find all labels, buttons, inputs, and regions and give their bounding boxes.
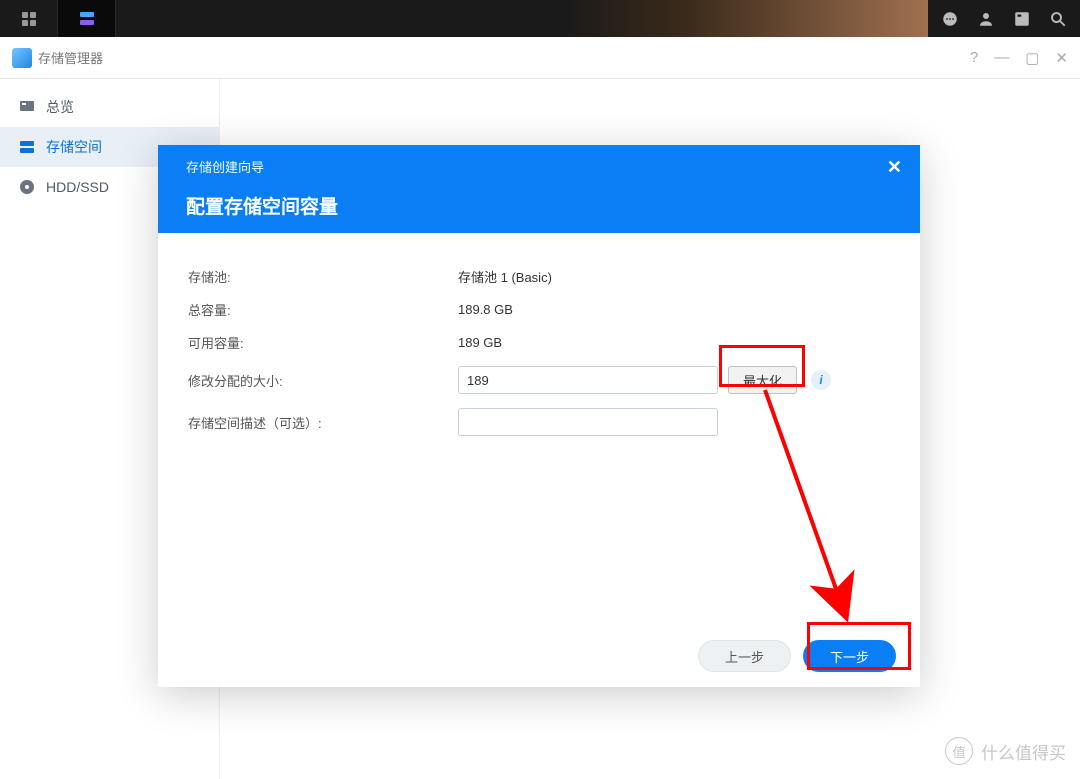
window-title: 存储管理器	[38, 48, 103, 67]
total-label: 总容量:	[188, 300, 458, 319]
taskbar-storage-button[interactable]	[58, 0, 116, 37]
allocate-label: 修改分配的大小:	[188, 371, 458, 390]
sidebar-item-label: 存储空间	[46, 137, 102, 157]
description-input[interactable]	[458, 408, 718, 436]
maximize-button[interactable]: 最大化	[728, 366, 797, 394]
watermark-badge: 值	[945, 737, 973, 765]
overview-icon	[18, 98, 36, 116]
info-icon[interactable]: i	[811, 370, 831, 390]
allocate-size-input[interactable]	[458, 366, 718, 394]
close-window-icon[interactable]: ✕	[1055, 49, 1068, 67]
maximize-icon[interactable]: ▢	[1025, 49, 1039, 67]
previous-button[interactable]: 上一步	[698, 640, 791, 672]
minimize-icon[interactable]: —	[994, 49, 1009, 66]
close-icon[interactable]: ✕	[887, 157, 902, 178]
app-logo-icon	[12, 48, 32, 68]
watermark-text: 什么值得买	[981, 739, 1066, 764]
widgets-icon[interactable]	[1004, 0, 1040, 37]
description-label: 存储空间描述（可选）:	[188, 413, 458, 432]
sidebar-item-label: HDD/SSD	[46, 179, 109, 195]
user-icon[interactable]	[968, 0, 1004, 37]
wizard-subtitle: 存储创建向导	[186, 157, 892, 176]
watermark: 值 什么值得买	[945, 737, 1066, 765]
help-icon[interactable]: ?	[970, 49, 978, 66]
wizard-title: 配置存储空间容量	[186, 192, 892, 219]
next-button[interactable]: 下一步	[803, 640, 896, 672]
chat-icon[interactable]	[932, 0, 968, 37]
sidebar-item-label: 总览	[46, 97, 74, 117]
pool-value: 存储池 1 (Basic)	[458, 267, 552, 286]
sidebar-item-overview[interactable]: 总览	[0, 87, 219, 127]
storage-icon	[18, 138, 36, 156]
available-value: 189 GB	[458, 335, 502, 350]
taskbar-apps-button[interactable]	[0, 0, 58, 37]
total-value: 189.8 GB	[458, 302, 513, 317]
available-label: 可用容量:	[188, 333, 458, 352]
pool-label: 存储池:	[188, 267, 458, 286]
hdd-icon	[18, 178, 36, 196]
os-taskbar	[0, 0, 1080, 37]
search-icon[interactable]	[1040, 0, 1076, 37]
window-titlebar: 存储管理器 ? — ▢ ✕	[0, 37, 1080, 79]
storage-wizard-modal: 存储创建向导 配置存储空间容量 ✕ 存储池: 存储池 1 (Basic) 总容量…	[158, 145, 920, 687]
